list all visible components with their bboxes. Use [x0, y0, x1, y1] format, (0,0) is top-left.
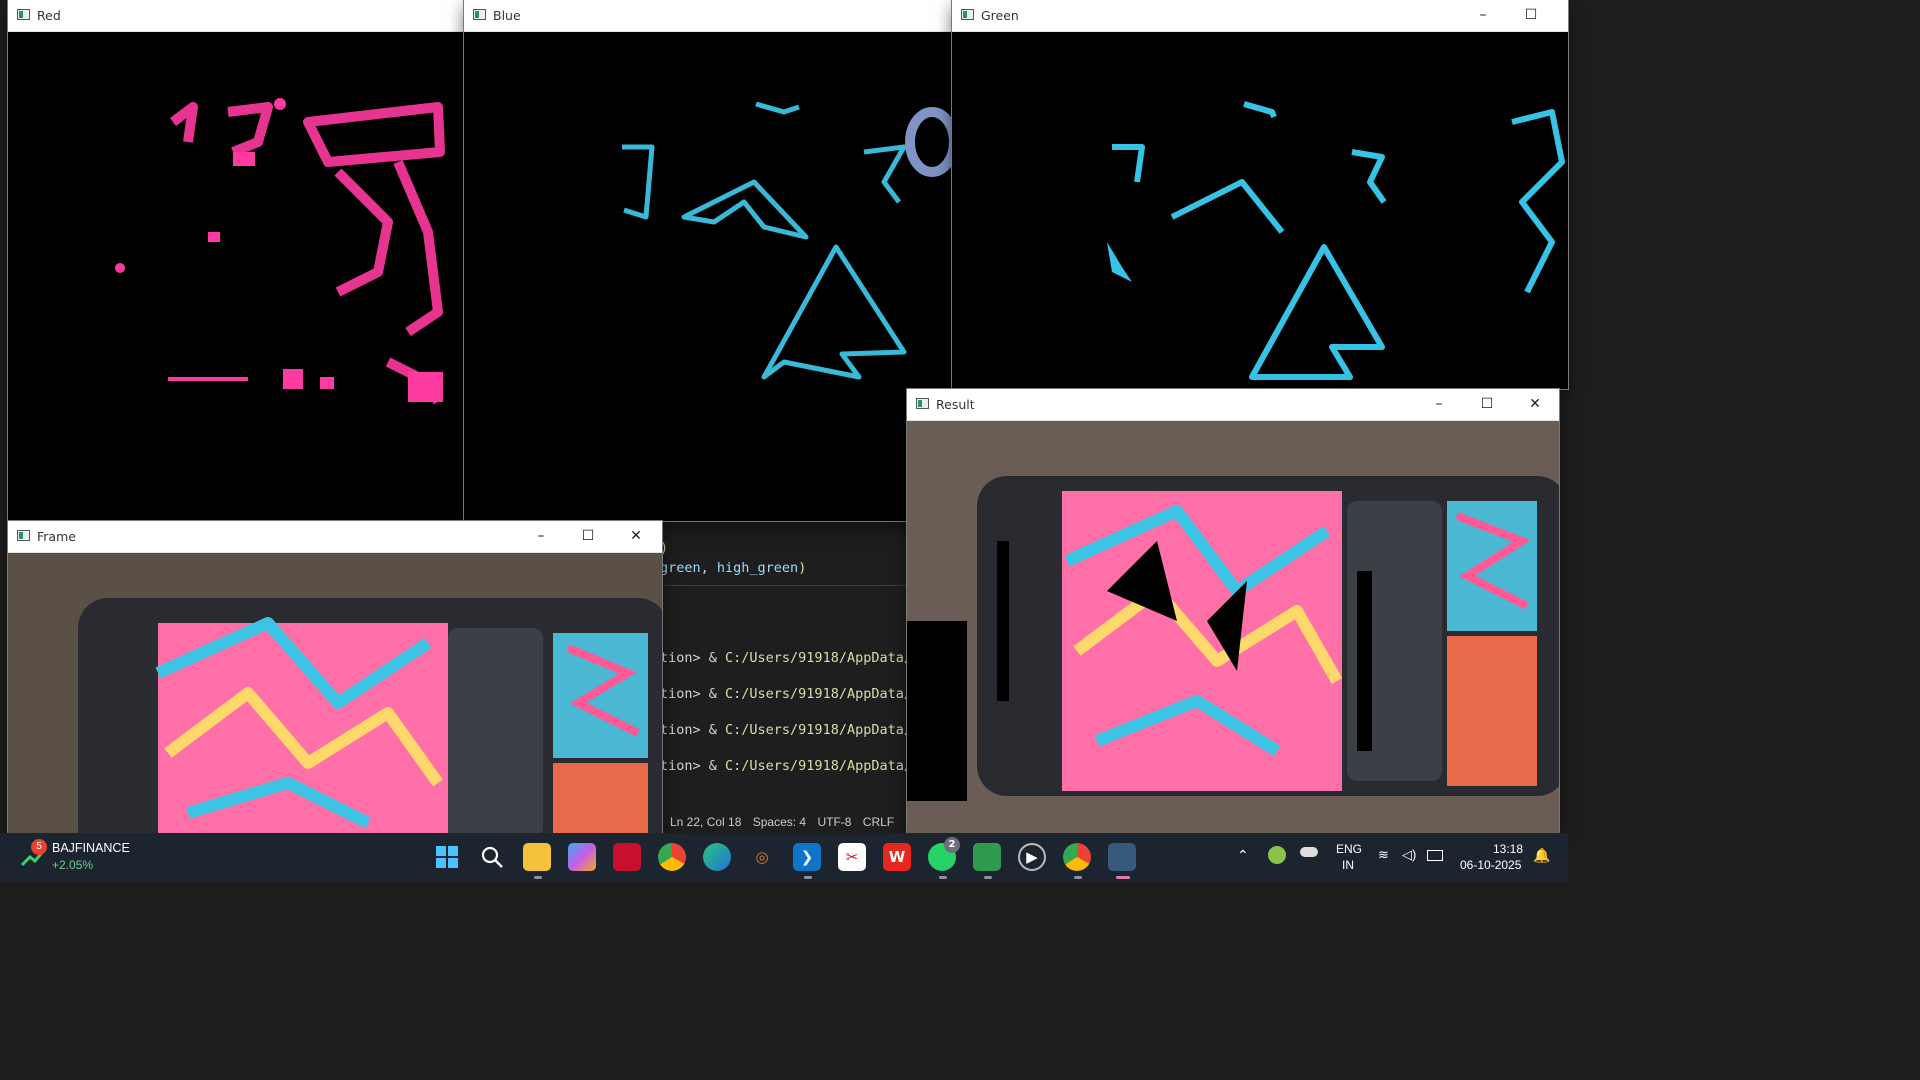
minimize-button[interactable]: –	[1460, 0, 1506, 31]
python-icon[interactable]	[1108, 843, 1136, 871]
cursor-position[interactable]: Ln 22, Col 18	[670, 815, 741, 829]
stock-badge: 5	[31, 839, 47, 855]
window-title: Result	[936, 397, 975, 412]
opencv-window-icon	[473, 9, 486, 20]
close-button[interactable]: ✕	[1512, 389, 1558, 420]
red-titlebar[interactable]: Red	[8, 0, 464, 32]
whatsapp-badge: 2	[944, 837, 960, 853]
active-indicator	[1116, 876, 1130, 879]
maximize-button[interactable]: ☐	[1508, 0, 1554, 31]
edge-icon[interactable]	[703, 843, 731, 871]
tray-app-icon[interactable]	[1268, 846, 1286, 864]
onedrive-icon[interactable]	[1300, 847, 1318, 857]
minimize-button[interactable]: –	[1416, 389, 1462, 420]
running-indicator	[804, 876, 812, 879]
result-image	[907, 421, 1559, 833]
wifi-icon[interactable]: ≋	[1378, 847, 1389, 863]
terminal-line-1: tion> & C:/Users/91918/AppData/Lo	[660, 650, 929, 666]
code-line-2: green, high_green)	[660, 560, 807, 576]
vscode-status-bar: Ln 22, Col 18 Spaces: 4 UTF-8 CRLF	[662, 811, 908, 833]
battery-icon[interactable]	[1427, 850, 1443, 861]
sheets-icon[interactable]	[973, 843, 1001, 871]
blue-mask-window[interactable]: Blue	[464, 0, 952, 521]
vscode-editor[interactable]: ) green, high_green) tion> & C:/Users/91…	[660, 520, 928, 833]
notification-bell-icon[interactable]: 🔔	[1533, 847, 1550, 864]
mcafee-icon[interactable]	[613, 843, 641, 871]
stock-change: +2.05%	[52, 858, 94, 872]
window-title: Frame	[37, 529, 76, 544]
stock-widget[interactable]: 5	[20, 839, 48, 871]
opencv-window-icon	[17, 530, 30, 541]
result-titlebar[interactable]: Result – ☐ ✕	[907, 389, 1559, 421]
blue-mask-image	[464, 32, 952, 521]
green-mask-window[interactable]: Green – ☐	[952, 0, 1568, 389]
red-mask-window[interactable]: Red	[8, 0, 464, 521]
snip-icon[interactable]: ✂	[838, 843, 866, 871]
wps-icon[interactable]: W	[883, 843, 911, 871]
opencv-window-icon	[961, 9, 974, 20]
terminal-line-3: tion> & C:/Users/91918/AppData/Lo	[660, 722, 929, 738]
opencv-window-icon	[17, 9, 30, 20]
green-titlebar[interactable]: Green – ☐	[952, 0, 1568, 32]
file-explorer-icon[interactable]	[523, 843, 551, 871]
terminal-line-2: tion> & C:/Users/91918/AppData/Lo	[660, 686, 929, 702]
minimize-button[interactable]: –	[518, 521, 564, 552]
running-indicator	[984, 876, 992, 879]
stock-name[interactable]: BAJFINANCE	[52, 841, 130, 855]
panel-divider	[660, 585, 910, 586]
chrome-profile-icon[interactable]	[1063, 843, 1091, 871]
jupyter-icon[interactable]: ◎	[748, 843, 776, 871]
volume-icon[interactable]: ◁)	[1402, 847, 1416, 863]
encoding[interactable]: UTF-8	[817, 815, 851, 829]
blue-titlebar[interactable]: Blue	[464, 0, 952, 32]
maximize-button[interactable]: ☐	[565, 521, 611, 552]
terminal-line-4: tion> & C:/Users/91918/AppData/Lo	[660, 758, 929, 774]
language-secondary: IN	[1342, 858, 1354, 872]
vscode-icon[interactable]: ❯	[793, 843, 821, 871]
red-mask-image	[8, 32, 464, 521]
indentation[interactable]: Spaces: 4	[753, 815, 806, 829]
result-window[interactable]: Result – ☐ ✕	[907, 389, 1559, 833]
maximize-button[interactable]: ☐	[1464, 389, 1510, 420]
language-primary[interactable]: ENG	[1336, 842, 1362, 856]
frame-titlebar[interactable]: Frame – ☐ ✕	[8, 521, 662, 553]
windows-taskbar: 5 BAJFINANCE +2.05% ◎ ❯ ✂ W 2 ▶ ⌃ ENG IN…	[0, 833, 1568, 882]
close-button[interactable]: ✕	[613, 521, 659, 552]
copilot-icon[interactable]	[568, 843, 596, 871]
chrome-icon[interactable]	[658, 843, 686, 871]
chevron-up-icon[interactable]: ⌃	[1237, 847, 1249, 864]
windows-start-icon[interactable]	[433, 843, 461, 871]
webcam-frame-image	[8, 553, 662, 833]
media-player-icon[interactable]: ▶	[1018, 843, 1046, 871]
opencv-window-icon	[916, 398, 929, 409]
whatsapp-icon[interactable]: 2	[928, 837, 960, 871]
running-indicator	[1074, 876, 1082, 879]
search-icon[interactable]	[478, 843, 506, 871]
frame-window[interactable]: Frame – ☐ ✕	[8, 521, 662, 833]
window-title: Green	[981, 8, 1019, 23]
clock-date[interactable]: 06-10-2025	[1460, 858, 1521, 872]
running-indicator	[534, 876, 542, 879]
clock-time[interactable]: 13:18	[1493, 842, 1523, 856]
window-title: Blue	[493, 8, 521, 23]
green-mask-image	[952, 32, 1568, 389]
line-ending[interactable]: CRLF	[863, 815, 894, 829]
window-title: Red	[37, 8, 61, 23]
running-indicator	[939, 876, 947, 879]
